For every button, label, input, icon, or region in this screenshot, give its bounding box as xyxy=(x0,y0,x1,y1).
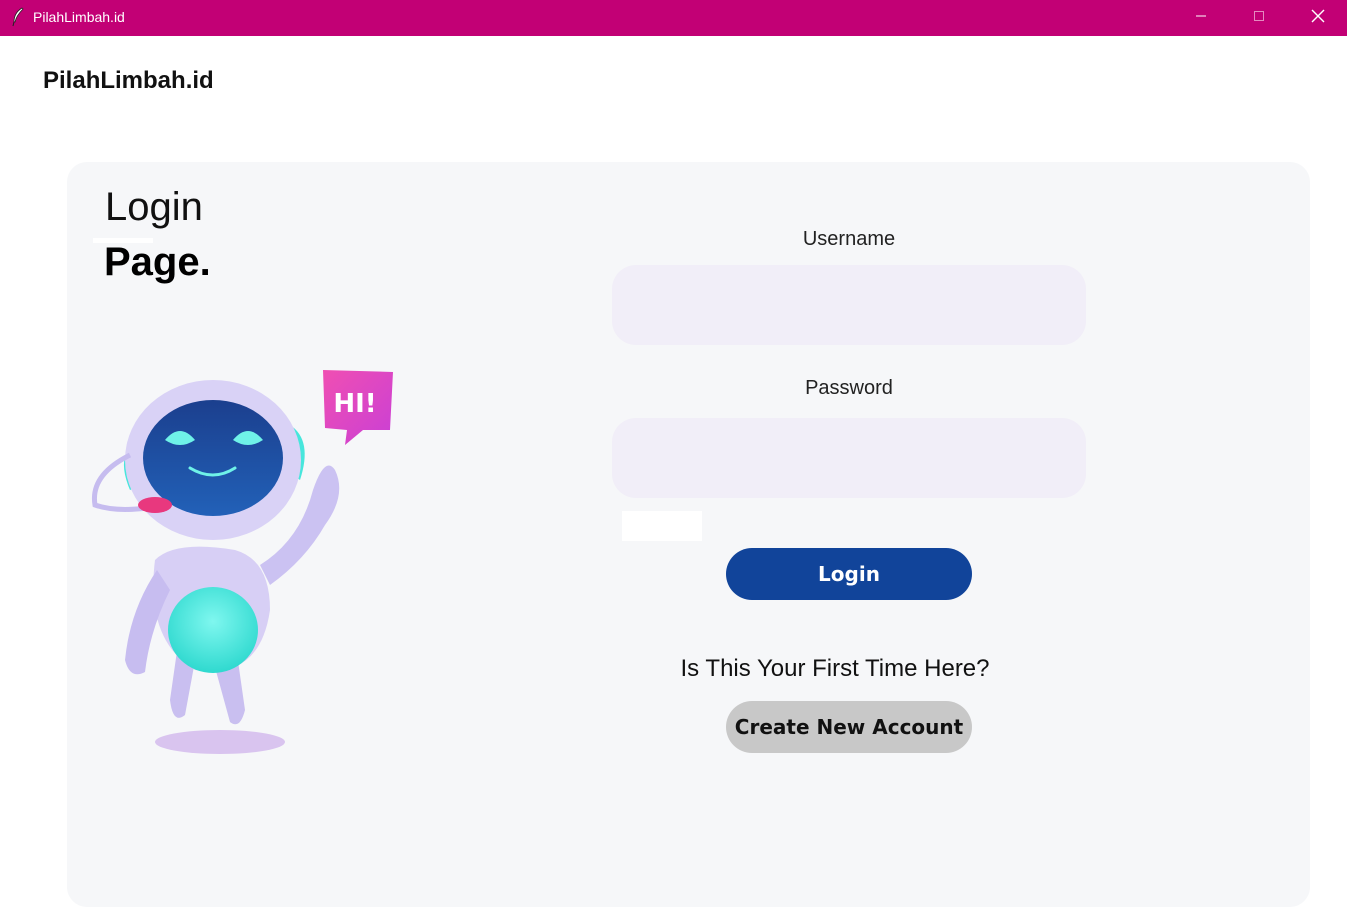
window-titlebar[interactable]: PilahLimbah.id xyxy=(0,0,1347,36)
window-title: PilahLimbah.id xyxy=(33,9,125,25)
maximize-icon xyxy=(1253,9,1265,27)
blank-placeholder xyxy=(622,511,702,541)
robot-illustration: HI! xyxy=(85,360,405,760)
password-field[interactable] xyxy=(612,418,1086,498)
username-field[interactable] xyxy=(612,265,1086,345)
heading-login: Login xyxy=(105,185,203,229)
login-button[interactable]: Login xyxy=(726,548,972,600)
close-button[interactable] xyxy=(1289,0,1347,36)
minimize-icon xyxy=(1195,9,1207,27)
create-account-button[interactable]: Create New Account xyxy=(726,701,972,753)
close-icon xyxy=(1311,9,1325,28)
feather-icon xyxy=(11,7,25,27)
first-time-text: Is This Your First Time Here? xyxy=(680,655,990,682)
minimize-button[interactable] xyxy=(1172,0,1230,36)
username-label: Username xyxy=(802,228,896,250)
heading-page: Page. xyxy=(104,240,211,284)
brand-title: PilahLimbah.id xyxy=(43,67,214,94)
bubble-text: HI! xyxy=(333,389,376,419)
maximize-button[interactable] xyxy=(1230,0,1288,36)
password-label: Password xyxy=(805,377,893,399)
